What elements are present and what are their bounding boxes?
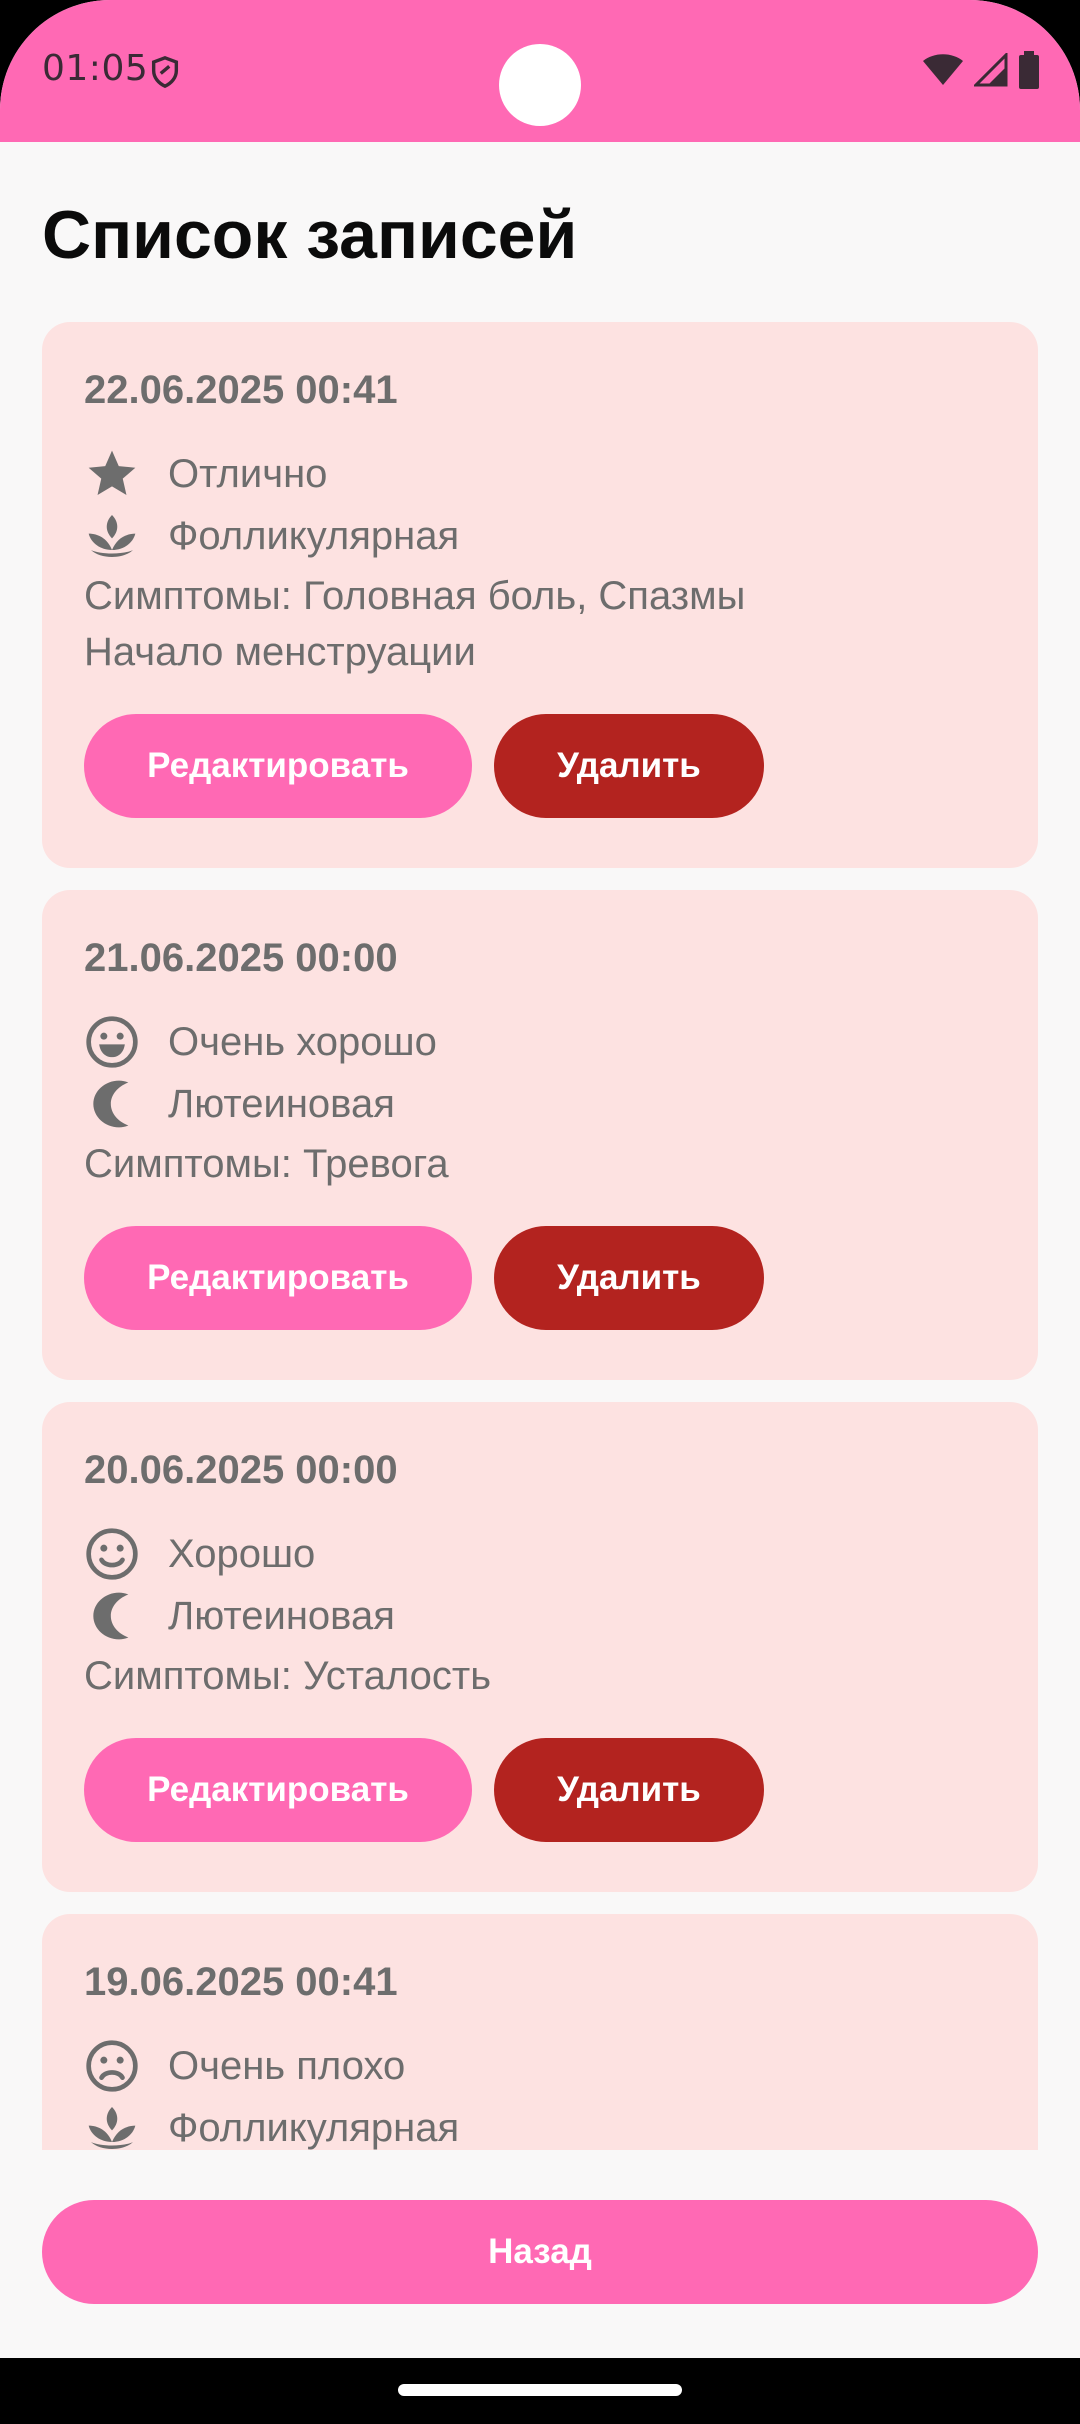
- phase-label: Фолликулярная: [168, 2105, 460, 2150]
- lotus-icon: [84, 2100, 140, 2150]
- mood-row: Очень плохо: [84, 2038, 405, 2094]
- phase-row: Лютеиновая: [84, 1076, 395, 1132]
- edit-button[interactable]: Редактировать: [84, 1738, 472, 1842]
- delete-button[interactable]: Удалить: [494, 1738, 764, 1842]
- entry-date: 21.06.2025 00:00: [84, 936, 398, 980]
- camera-cutout: [499, 44, 581, 126]
- entry-card: 20.06.2025 00:00 Хорошо Лютеиновая Симпт…: [42, 1402, 1038, 1892]
- phase-row: Лютеиновая: [84, 1588, 395, 1644]
- delete-button[interactable]: Удалить: [494, 1226, 764, 1330]
- entry-card: 21.06.2025 00:00 Очень хорошо Лютеиновая: [42, 890, 1038, 1380]
- smile-face-icon: [84, 1526, 140, 1582]
- entry-date: 22.06.2025 00:41: [84, 368, 398, 412]
- navigation-bar: [0, 2358, 1080, 2424]
- status-icons: [922, 51, 1040, 89]
- crescent-moon-icon: [84, 1076, 140, 1132]
- symptoms-text: Симптомы: Усталость: [84, 1654, 492, 1698]
- symptoms-text: Симптомы: Головная боль, Спазмы: [84, 574, 746, 618]
- shield-icon: [151, 56, 179, 89]
- wifi-icon: [923, 54, 963, 85]
- edit-button[interactable]: Редактировать: [84, 1226, 472, 1330]
- battery-icon: [1019, 51, 1039, 89]
- signal-icon: [974, 53, 1008, 87]
- mood-row: Отлично: [84, 446, 327, 502]
- page-title: Список записей: [42, 197, 578, 273]
- lotus-icon: [84, 508, 140, 564]
- mood-label: Хорошо: [168, 1531, 316, 1576]
- home-handle[interactable]: [398, 2384, 682, 2396]
- grin-face-icon: [84, 1014, 140, 1070]
- mood-row: Хорошо: [84, 1526, 315, 1582]
- phase-row: Фолликулярная: [84, 508, 459, 564]
- status-bar: 01:05: [0, 0, 1080, 142]
- star-icon: [84, 446, 140, 502]
- entry-date: 20.06.2025 00:00: [84, 1448, 398, 1492]
- mood-row: Очень хорошо: [84, 1014, 437, 1070]
- sad-face-icon: [84, 2038, 140, 2094]
- crescent-moon-icon: [84, 1588, 140, 1644]
- mood-label: Отлично: [168, 451, 328, 496]
- phase-label: Лютеиновая: [168, 1081, 395, 1126]
- mood-label: Очень плохо: [168, 2043, 406, 2088]
- edit-button[interactable]: Редактировать: [84, 714, 472, 818]
- phase-row: Фолликулярная: [84, 2100, 459, 2150]
- back-button[interactable]: Назад: [42, 2200, 1038, 2304]
- symptoms-text: Симптомы: Тревога: [84, 1142, 449, 1186]
- phase-label: Фолликулярная: [168, 513, 460, 558]
- app-screen: 01:05 Список записей 22.06.2025 00:41 От…: [0, 0, 1080, 2424]
- entry-date: 19.06.2025 00:41: [84, 1960, 398, 2004]
- delete-button[interactable]: Удалить: [494, 714, 764, 818]
- status-time: 01:05: [42, 48, 149, 89]
- entry-card: 22.06.2025 00:41 Отлично Фолликулярная С…: [42, 322, 1038, 868]
- entry-card: 19.06.2025 00:41 Очень плохо Фолликулярн…: [42, 1914, 1038, 2150]
- phase-label: Лютеиновая: [168, 1593, 395, 1638]
- mood-label: Очень хорошо: [168, 1019, 437, 1064]
- entries-list[interactable]: 22.06.2025 00:41 Отлично Фолликулярная С…: [0, 322, 1080, 2150]
- note-text: Начало менструации: [84, 630, 476, 674]
